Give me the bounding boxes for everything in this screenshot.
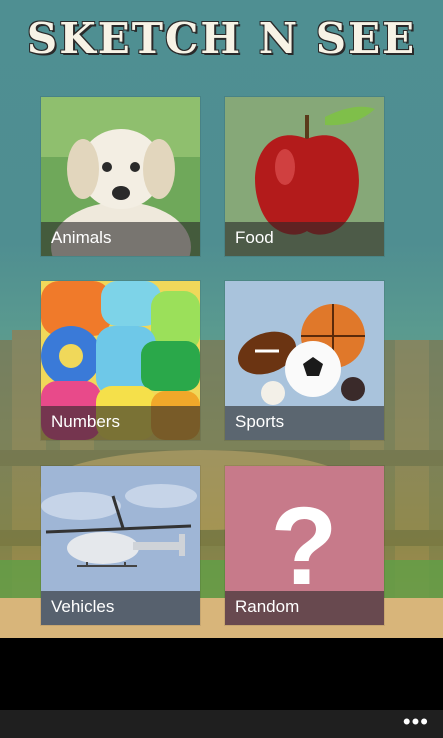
main-screen: SKETCH N SEE Animals Food Numbers Sports… xyxy=(0,0,443,638)
tile-label-numbers: Numbers xyxy=(51,412,120,431)
tile-random[interactable]: ? Random xyxy=(225,466,384,625)
tile-food[interactable]: Food xyxy=(225,97,384,256)
application-bar: ••• xyxy=(0,710,443,738)
svg-text:?: ? xyxy=(270,485,337,608)
tile-label-sports: Sports xyxy=(235,412,285,431)
more-options-icon[interactable]: ••• xyxy=(403,710,429,738)
app-title: SKETCH N SEE xyxy=(26,14,417,63)
bottom-black-area xyxy=(0,638,443,710)
tile-label-vehicles: Vehicles xyxy=(51,597,115,616)
tile-numbers[interactable]: Numbers xyxy=(41,281,200,440)
tile-label-animals: Animals xyxy=(51,228,112,247)
tile-animals[interactable]: Animals xyxy=(41,97,200,256)
tile-sports[interactable]: Sports xyxy=(225,281,384,440)
tile-vehicles[interactable]: Vehicles xyxy=(41,466,200,625)
tile-label-food: Food xyxy=(235,228,274,247)
tile-label-random: Random xyxy=(235,597,300,616)
